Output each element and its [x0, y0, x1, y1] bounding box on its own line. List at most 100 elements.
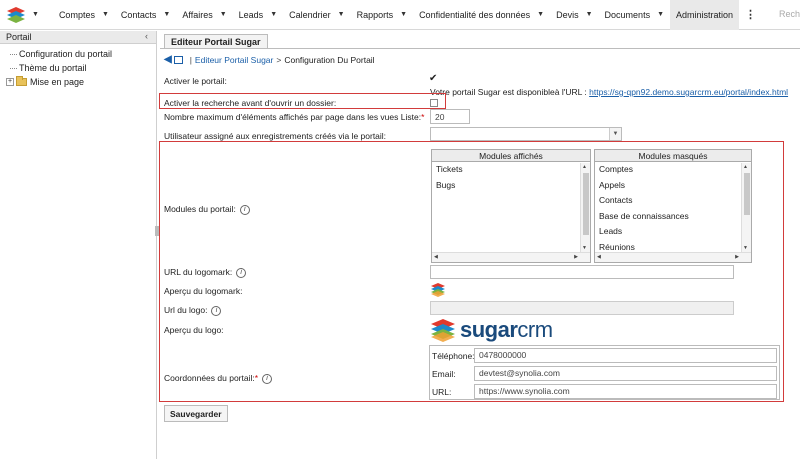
hidden-modules-list[interactable]: Modules masqués Comptes Appels Contacts … [594, 149, 752, 263]
phone-row: Téléphone: 0478000000 [432, 348, 777, 363]
chevron-down-icon[interactable]: ▼ [537, 11, 544, 18]
scroll-left-icon[interactable]: ◀ [597, 254, 601, 260]
list-item[interactable]: Réunions [595, 240, 751, 250]
list-item[interactable]: Leads [595, 224, 751, 240]
scroll-right-icon[interactable]: ▶ [735, 254, 739, 260]
logo-preview-image: sugar crm [430, 317, 553, 343]
nav-item-rapports[interactable]: Rapports ▼ [351, 0, 413, 30]
nav-item-administration[interactable]: Administration [670, 0, 740, 30]
chevron-down-icon[interactable]: ▼ [220, 11, 227, 18]
url-field[interactable]: https://www.synolia.com [474, 384, 777, 399]
nav-item-comptes[interactable]: Comptes ▼ [53, 0, 115, 30]
email-field[interactable]: devtest@synolia.com [474, 366, 777, 381]
scroll-down-icon[interactable]: ▼ [582, 245, 587, 251]
scroll-left-icon[interactable]: ◀ [434, 254, 438, 260]
nav-item-calendrier[interactable]: Calendrier ▼ [283, 0, 350, 30]
logomark-preview-image [430, 282, 446, 299]
shown-modules-list[interactable]: Modules affichés Tickets Bugs ▲ ▼ ◀ ▶ [431, 149, 591, 263]
list-item[interactable]: Tickets [432, 162, 590, 178]
horizontal-scrollbar[interactable]: ◀ ▶ [432, 252, 590, 262]
save-button[interactable]: Sauvegarder [164, 405, 228, 422]
logo-chevron-down-icon[interactable]: ▼ [32, 11, 39, 18]
sidebar-item-theme[interactable]: Thème du portail [0, 61, 156, 75]
logo-text-sugar: sugar [460, 317, 518, 342]
logo-url-input[interactable] [430, 301, 734, 315]
list-item[interactable]: Bugs [432, 178, 590, 194]
nav-item-documents[interactable]: Documents ▼ [599, 0, 670, 30]
phone-field[interactable]: 0478000000 [474, 348, 777, 363]
nav-item-leads[interactable]: Leads ▼ [233, 0, 283, 30]
logomark-preview-label: Aperçu du logomark: [164, 286, 243, 296]
collapse-icon[interactable]: ‹ [145, 31, 148, 41]
vertical-scrollbar[interactable]: ▲ ▼ [741, 163, 751, 252]
breadcrumb: ◀ | Editeur Portail Sugar > Configuratio… [164, 54, 375, 65]
back-arrow-icon[interactable]: ◀ [164, 54, 172, 65]
info-icon[interactable]: i [211, 305, 222, 316]
chevron-down-icon[interactable]: ▼ [163, 11, 170, 18]
nav-label: Documents [604, 9, 651, 20]
info-icon[interactable]: i [239, 204, 250, 215]
scroll-right-icon[interactable]: ▶ [574, 254, 578, 260]
modules-label: Modules du portail: i [164, 204, 250, 215]
sugar-logo-icon[interactable] [6, 4, 28, 26]
horizontal-scrollbar[interactable]: ◀ ▶ [595, 252, 751, 262]
chevron-down-icon[interactable]: ▼ [657, 11, 664, 18]
breadcrumb-current: Configuration Du Portail [284, 54, 375, 65]
portal-url-link[interactable]: https://sg-qpn92.demo.sugarcrm.eu/portal… [589, 87, 788, 97]
chevron-down-icon[interactable]: ▼ [609, 128, 621, 140]
activate-portal-checkbox[interactable] [429, 73, 438, 85]
chevron-down-icon[interactable]: ▼ [270, 11, 277, 18]
nav-label: Devis [556, 9, 579, 20]
top-nav: ▼ Comptes ▼ Contacts ▼ Affaires ▼ Leads ▼ Ca… [0, 0, 800, 30]
vertical-scrollbar[interactable]: ▲ ▼ [580, 163, 590, 252]
nav-item-confidentialite[interactable]: Confidentialité des données ▼ [413, 0, 550, 30]
scroll-up-icon[interactable]: ▲ [582, 164, 587, 170]
scroll-down-icon[interactable]: ▼ [743, 245, 748, 251]
home-icon[interactable] [173, 55, 183, 64]
activate-portal-label: Activer le portail: [164, 76, 227, 86]
expand-icon[interactable]: + [6, 78, 14, 86]
list-item[interactable]: Base de connaissances [595, 209, 751, 225]
breadcrumb-pipe: | [189, 54, 192, 65]
tab-divider [160, 48, 800, 49]
list-item[interactable]: Comptes [595, 162, 751, 178]
url-label: URL: [432, 386, 452, 397]
search-input[interactable]: Rech [779, 9, 800, 19]
logomark-url-input[interactable] [430, 265, 734, 279]
chevron-down-icon[interactable]: ▼ [338, 11, 345, 18]
tab-editeur-portail[interactable]: Editeur Portail Sugar [164, 34, 268, 49]
search-before-case-checkbox[interactable] [430, 99, 438, 107]
scroll-up-icon[interactable]: ▲ [743, 164, 748, 170]
portal-url-info: Votre portail Sugar est disponibleà l'UR… [430, 87, 788, 97]
logomark-url-label-text: URL du logomark: [164, 267, 233, 277]
sidebar-item-layout[interactable]: + Mise en page [0, 75, 156, 89]
logo-preview-label: Aperçu du logo: [164, 325, 224, 335]
scroll-thumb[interactable] [744, 173, 750, 215]
sidebar-item-label: Thème du portail [19, 63, 87, 73]
portal-url-text: Votre portail Sugar est disponibleà l'UR… [430, 87, 587, 97]
info-icon[interactable]: i [236, 267, 247, 278]
sidebar-header: Portail ‹ [0, 31, 156, 44]
nav-label: Contacts [120, 9, 157, 20]
info-icon[interactable]: i [262, 373, 273, 384]
chevron-down-icon[interactable]: ▼ [102, 11, 109, 18]
url-row: URL: https://www.synolia.com [432, 384, 777, 399]
email-row: Email: devtest@synolia.com [432, 366, 777, 381]
sidebar-item-configuration[interactable]: Configuration du portail [0, 47, 156, 61]
breadcrumb-separator: > [276, 54, 282, 65]
nav-item-devis[interactable]: Devis ▼ [550, 0, 598, 30]
max-items-input[interactable]: 20 [430, 109, 470, 124]
kebab-menu-icon[interactable]: ⋮ [745, 8, 756, 21]
assigned-user-select[interactable]: ▼ [430, 127, 622, 141]
scroll-thumb[interactable] [583, 173, 589, 235]
nav-item-contacts[interactable]: Contacts ▼ [115, 0, 176, 30]
nav-item-affaires[interactable]: Affaires ▼ [176, 0, 232, 30]
folder-icon [16, 76, 27, 86]
sidebar-item-label: Configuration du portail [19, 49, 113, 59]
list-item[interactable]: Contacts [595, 193, 751, 209]
chevron-down-icon[interactable]: ▼ [400, 11, 407, 18]
list-item[interactable]: Appels [595, 178, 751, 194]
chevron-down-icon[interactable]: ▼ [586, 11, 593, 18]
breadcrumb-link[interactable]: Editeur Portail Sugar [195, 55, 273, 65]
sidebar-title: Portail [6, 32, 32, 42]
